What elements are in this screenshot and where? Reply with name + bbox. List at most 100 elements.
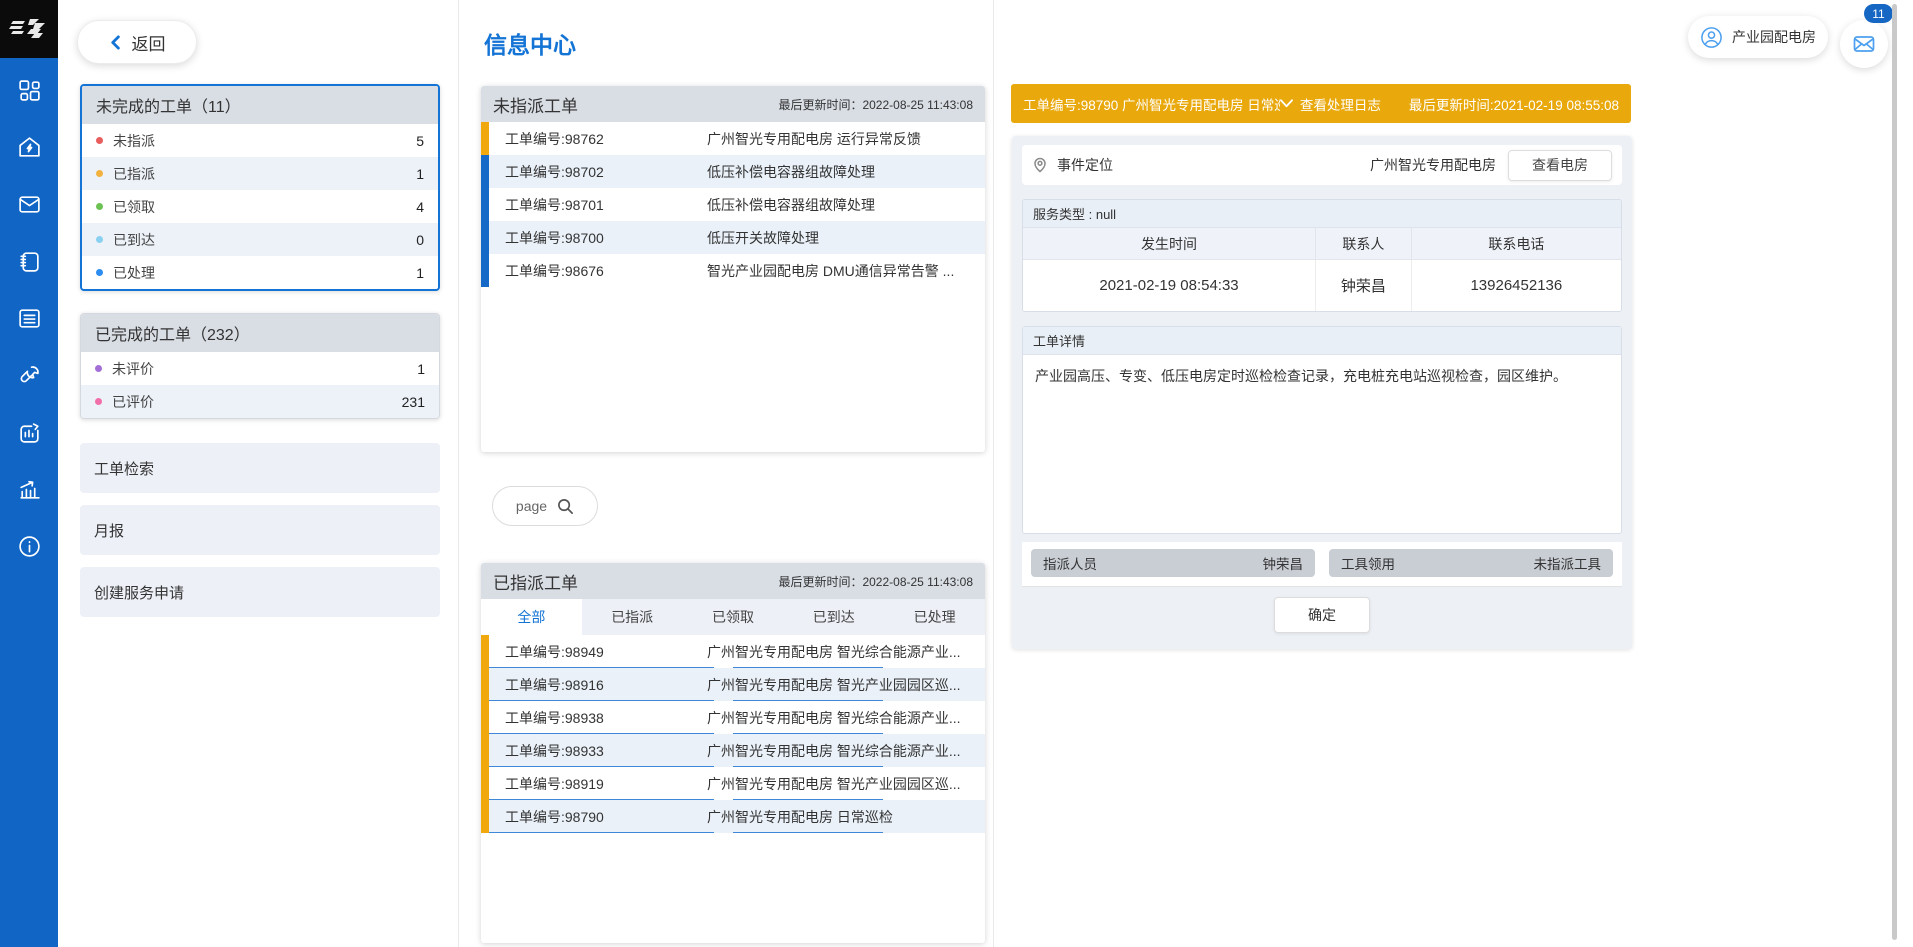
sidebar-item-messages[interactable] <box>0 180 58 229</box>
status-stat-row[interactable]: 已到达 0 <box>82 223 438 256</box>
work-order-row[interactable]: 工单编号:98790 广州智光专用配电房 日常巡检 <box>481 800 985 833</box>
menu-item-monthly-report[interactable]: 月报 <box>80 505 440 555</box>
status-stat-row[interactable]: 已领取 4 <box>82 190 438 223</box>
sidebar-item-info[interactable] <box>0 522 58 571</box>
sidebar-item-home[interactable] <box>0 123 58 172</box>
status-stat-row[interactable]: 未指派 5 <box>82 124 438 157</box>
view-log-link[interactable]: 查看处理日志 <box>1280 94 1381 114</box>
status-tab[interactable]: 已到达 <box>783 599 884 635</box>
work-order-row[interactable]: 工单编号:98933 广州智光专用配电房 智光综合能源产业... <box>481 734 985 767</box>
status-dot <box>96 170 103 177</box>
confirm-button[interactable]: 确定 <box>1274 597 1370 633</box>
info-icon <box>17 534 42 559</box>
status-count: 0 <box>416 232 424 248</box>
work-order-desc: 低压补偿电容器组故障处理 <box>707 162 985 182</box>
order-detail-card: 事件定位 广州智光专用配电房 查看电房 服务类型 : null 发生时间 联系人… <box>1012 136 1632 649</box>
event-location-label: 事件定位 <box>1057 155 1370 175</box>
work-order-row[interactable]: 工单编号:98701 低压补偿电容器组故障处理 <box>481 188 985 221</box>
status-count: 1 <box>416 265 424 281</box>
work-order-desc: 广州智光专用配电房 运行异常反馈 <box>707 129 985 149</box>
row-status-bar <box>481 221 489 254</box>
status-stat-row[interactable]: 已处理 1 <box>82 256 438 289</box>
contact-phone-value: 13926452136 <box>1412 260 1621 311</box>
page-search-input[interactable]: page <box>492 486 598 526</box>
work-order-id: 工单编号:98790 <box>489 807 707 827</box>
work-order-id: 工单编号:98938 <box>489 708 707 728</box>
row-status-bar <box>481 767 489 800</box>
finished-card-title: 已完成的工单（232） <box>81 314 439 352</box>
event-location-row: 事件定位 广州智光专用配电房 查看电房 <box>1022 145 1622 185</box>
col-header-time: 发生时间 <box>1023 228 1316 259</box>
unfinished-card-title: 未完成的工单（11） <box>82 86 438 124</box>
home-energy-icon <box>17 135 42 160</box>
row-status-bar <box>481 800 489 833</box>
work-order-desc: 广州智光专用配电房 智光产业园园区巡... <box>707 774 985 794</box>
row-status-bar <box>481 122 489 155</box>
info-table-row: 2021-02-19 08:54:33 钟荣昌 13926452136 <box>1023 260 1621 311</box>
work-order-row[interactable]: 工单编号:98949 广州智光专用配电房 智光综合能源产业... <box>481 635 985 668</box>
service-info-block: 服务类型 : null 发生时间 联系人 联系电话 2021-02-19 08:… <box>1022 199 1622 312</box>
unassigned-panel-title: 未指派工单 <box>493 92 578 117</box>
status-stat-row[interactable]: 已评价 231 <box>81 385 439 418</box>
view-room-button[interactable]: 查看电房 <box>1508 150 1612 181</box>
assigned-rows: 工单编号:98949 广州智光专用配电房 智光综合能源产业... 工单编号:98… <box>481 635 985 833</box>
unfinished-orders-card[interactable]: 未完成的工单（11） 未指派 5 已指派 1 已领取 4 已到达 <box>80 84 440 291</box>
assignee-value: 钟荣昌 <box>1263 553 1304 573</box>
status-label: 已处理 <box>113 263 416 283</box>
user-account-label: 产业园配电房 <box>1732 27 1816 47</box>
finished-card-rows: 未评价 1 已评价 231 <box>81 352 439 418</box>
work-order-row[interactable]: 工单编号:98919 广州智光专用配电房 智光产业园园区巡... <box>481 767 985 800</box>
menu-item-create-service-request[interactable]: 创建服务申请 <box>80 567 440 617</box>
user-avatar-icon <box>1700 26 1723 49</box>
view-log-label: 查看处理日志 <box>1300 94 1381 114</box>
status-tab[interactable]: 已领取 <box>683 599 784 635</box>
page-scrollbar[interactable] <box>1892 4 1897 940</box>
status-dot <box>95 365 102 372</box>
sidebar-item-tools[interactable] <box>0 351 58 400</box>
tab-label: 已到达 <box>813 607 855 627</box>
unfinished-card-rows: 未指派 5 已指派 1 已领取 4 已到达 0 <box>82 124 438 289</box>
sidebar-item-analytics[interactable] <box>0 465 58 514</box>
info-table-header: 发生时间 联系人 联系电话 <box>1023 228 1621 260</box>
work-order-row[interactable]: 工单编号:98676 智光产业园配电房 DMU通信异常告警 ... <box>481 254 985 287</box>
sidebar-item-report[interactable] <box>0 408 58 457</box>
work-order-id: 工单编号:98702 <box>489 162 707 182</box>
selected-order-title: 工单编号:98790 广州智光专用配电房 日常巡检 <box>1023 94 1280 114</box>
work-order-row[interactable]: 工单编号:98762 广州智光专用配电房 运行异常反馈 <box>481 122 985 155</box>
row-status-bar <box>481 668 489 701</box>
status-stat-row[interactable]: 未评价 1 <box>81 352 439 385</box>
row-status-bar <box>481 155 489 188</box>
finished-orders-card[interactable]: 已完成的工单（232） 未评价 1 已评价 231 <box>80 313 440 419</box>
status-tab[interactable]: 全部 <box>481 599 582 635</box>
logo-stripes-icon <box>9 13 49 45</box>
tab-label: 已指派 <box>611 607 653 627</box>
status-dot <box>96 137 103 144</box>
tools-label: 工具领用 <box>1341 553 1395 573</box>
back-button[interactable]: 返回 <box>77 20 197 64</box>
search-icon <box>557 498 574 515</box>
work-order-desc: 广州智光专用配电房 智光综合能源产业... <box>707 642 985 662</box>
work-order-id: 工单编号:98676 <box>489 261 707 281</box>
menu-item-order-search[interactable]: 工单检索 <box>80 443 440 493</box>
work-detail-text: 产业园高压、专变、低压电房定时巡检检查记录，充电桩充电站巡视检查，园区维护。 <box>1023 355 1621 533</box>
status-stat-row[interactable]: 已指派 1 <box>82 157 438 190</box>
location-pin-icon <box>1032 157 1048 173</box>
status-label: 已评价 <box>112 392 402 412</box>
assigned-status-tabs: 全部 已指派 已领取 已到达 已处理 <box>481 599 985 635</box>
work-order-row[interactable]: 工单编号:98700 低压开关故障处理 <box>481 221 985 254</box>
notebook-icon <box>17 249 42 274</box>
sidebar-item-dashboard[interactable] <box>0 66 58 115</box>
status-tab[interactable]: 已处理 <box>884 599 985 635</box>
work-order-row[interactable]: 工单编号:98938 广州智光专用配电房 智光综合能源产业... <box>481 701 985 734</box>
sidebar-item-worklist[interactable] <box>0 294 58 343</box>
user-account-button[interactable]: 产业园配电房 <box>1688 16 1828 58</box>
work-order-row[interactable]: 工单编号:98702 低压补偿电容器组故障处理 <box>481 155 985 188</box>
work-order-desc: 智光产业园配电房 DMU通信异常告警 ... <box>707 261 985 281</box>
page-title: 信息中心 <box>484 26 576 60</box>
work-order-row[interactable]: 工单编号:98916 广州智光专用配电房 智光产业园园区巡... <box>481 668 985 701</box>
status-tab[interactable]: 已指派 <box>582 599 683 635</box>
tools-value: 未指派工具 <box>1534 553 1602 573</box>
messages-button[interactable] <box>1840 20 1888 68</box>
back-label: 返回 <box>132 30 166 55</box>
sidebar-item-notebook[interactable] <box>0 237 58 286</box>
